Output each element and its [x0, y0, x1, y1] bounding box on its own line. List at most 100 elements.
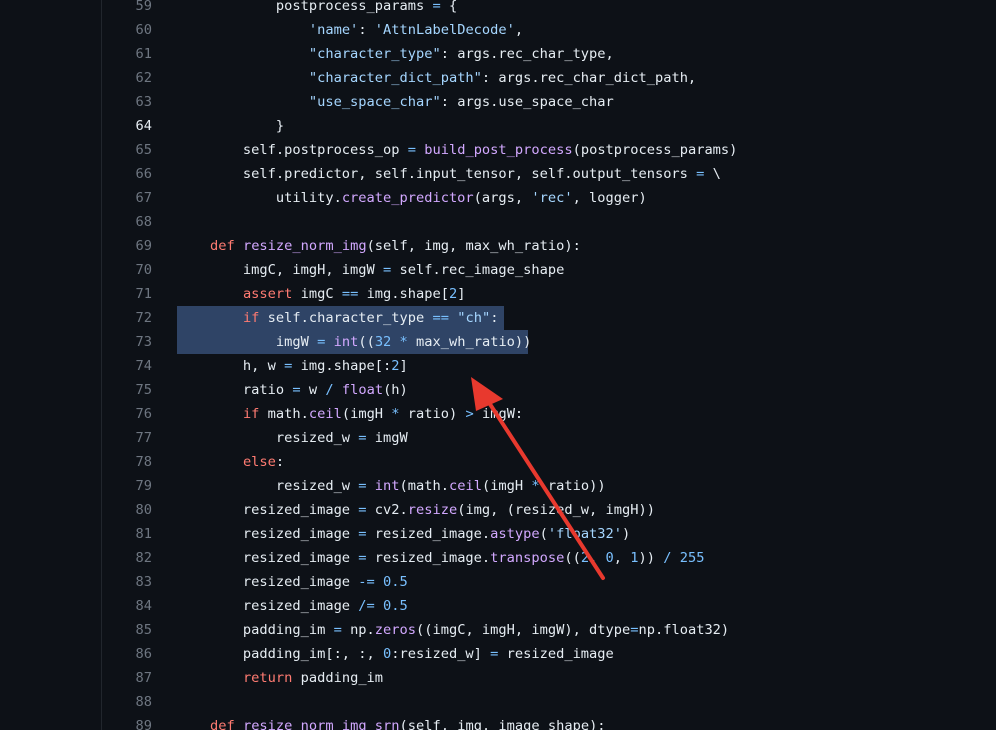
code-token: resized_image. — [366, 550, 491, 566]
code-text[interactable]: utility.create_predictor(args, 'rec', lo… — [177, 186, 647, 210]
code-token: ceil — [308, 406, 342, 422]
code-token: , — [613, 550, 631, 566]
line-number[interactable]: 74 — [102, 354, 152, 378]
code-text[interactable]: resized_image = cv2.resize(img, (resized… — [177, 498, 655, 522]
code-text[interactable]: else: — [177, 450, 284, 474]
code-text[interactable]: imgC, imgH, imgW = self.rec_image_shape — [177, 258, 564, 282]
code-token: /= — [358, 598, 375, 614]
line-number[interactable]: 77 — [102, 426, 152, 450]
code-token: : args.use_space_char — [440, 94, 614, 110]
line-number[interactable]: 72 — [102, 306, 152, 330]
code-text[interactable]: imgW = int((32 * max_wh_ratio)) — [177, 330, 532, 354]
line-number[interactable]: 86 — [102, 642, 152, 666]
code-text[interactable]: if math.ceil(imgH * ratio) > imgW: — [177, 402, 523, 426]
code-line: 89 def resize_norm_img_srn(self, img, im… — [102, 714, 996, 730]
code-token: 0.5 — [383, 574, 408, 590]
line-number[interactable]: 81 — [102, 522, 152, 546]
code-text[interactable]: padding_im[:, :, 0:resized_w] = resized_… — [177, 642, 614, 666]
code-lines-container: 59 postprocess_params = { 60 'name': 'Att… — [102, 0, 996, 730]
code-text[interactable]: def resize_norm_img(self, img, max_wh_ra… — [177, 234, 581, 258]
code-text[interactable]: resized_image = resized_image.astype('fl… — [177, 522, 630, 546]
code-token: transpose — [490, 550, 565, 566]
code-text[interactable]: "character_type": args.rec_char_type, — [177, 42, 614, 66]
line-number[interactable]: 62 — [102, 66, 152, 90]
code-token: ) — [622, 526, 631, 542]
code-token: resize — [407, 502, 458, 518]
code-token: == — [341, 286, 359, 302]
line-number[interactable]: 59 — [102, 0, 152, 18]
line-number[interactable]: 73 — [102, 330, 152, 354]
line-number[interactable]: 64 — [102, 114, 152, 138]
code-text[interactable]: padding_im = np.zeros((imgC, imgH, imgW)… — [177, 618, 729, 642]
code-text[interactable]: "use_space_char": args.use_space_char — [177, 90, 614, 114]
code-token: utility. — [177, 190, 342, 206]
line-number[interactable]: 67 — [102, 186, 152, 210]
code-text[interactable]: assert imgC == img.shape[2] — [177, 282, 466, 306]
code-token: resized_image — [177, 550, 359, 566]
line-number[interactable]: 68 — [102, 210, 152, 234]
line-number[interactable]: 85 — [102, 618, 152, 642]
line-number[interactable]: 84 — [102, 594, 152, 618]
code-text[interactable]: self.postprocess_op = build_post_process… — [177, 138, 737, 162]
code-token: * — [531, 478, 540, 494]
code-line: 61 "character_type": args.rec_char_type, — [102, 42, 996, 66]
code-text[interactable]: } — [177, 114, 284, 138]
code-token: > — [465, 406, 474, 422]
code-line: 75 ratio = w / float(h) — [102, 378, 996, 402]
code-token: 1 — [630, 550, 639, 566]
code-text[interactable]: h, w = img.shape[:2] — [177, 354, 408, 378]
code-text[interactable]: self.predictor, self.input_tensor, self.… — [177, 162, 721, 186]
line-number[interactable]: 70 — [102, 258, 152, 282]
code-token: = — [358, 478, 367, 494]
code-token: "character_type" — [308, 46, 441, 62]
code-line: 71 assert imgC == img.shape[2] — [102, 282, 996, 306]
line-number[interactable]: 65 — [102, 138, 152, 162]
code-text[interactable]: "character_dict_path": args.rec_char_dic… — [177, 66, 696, 90]
code-line: 69 def resize_norm_img(self, img, max_wh… — [102, 234, 996, 258]
code-token: "character_dict_path" — [308, 70, 482, 86]
code-token: = — [630, 622, 639, 638]
code-viewer[interactable]: 59 postprocess_params = { 60 'name': 'Att… — [102, 0, 996, 730]
code-text[interactable]: return padding_im — [177, 666, 383, 690]
line-number[interactable]: 88 — [102, 690, 152, 714]
code-token: w — [300, 382, 326, 398]
line-number[interactable]: 87 — [102, 666, 152, 690]
code-token: imgC, imgH, imgW — [177, 262, 384, 278]
code-text[interactable]: resized_image /= 0.5 — [177, 594, 408, 618]
code-token: resized_w — [177, 478, 359, 494]
code-token: { — [440, 0, 458, 14]
line-number[interactable]: 61 — [102, 42, 152, 66]
line-number[interactable]: 75 — [102, 378, 152, 402]
line-number[interactable]: 60 — [102, 18, 152, 42]
code-line: 86 padding_im[:, :, 0:resized_w] = resiz… — [102, 642, 996, 666]
code-text[interactable]: 'name': 'AttnLabelDecode', — [177, 18, 523, 42]
line-number[interactable]: 83 — [102, 570, 152, 594]
code-token: = — [333, 622, 342, 638]
code-text[interactable]: if self.character_type == "ch": — [177, 306, 499, 330]
code-text[interactable]: resized_image -= 0.5 — [177, 570, 408, 594]
line-number[interactable]: 80 — [102, 498, 152, 522]
line-number[interactable]: 79 — [102, 474, 152, 498]
code-token: = — [432, 0, 441, 14]
code-token: = — [358, 430, 367, 446]
line-number[interactable]: 63 — [102, 90, 152, 114]
line-number[interactable]: 89 — [102, 714, 152, 730]
code-text[interactable]: resized_image = resized_image.transpose(… — [177, 546, 705, 570]
code-line: 85 padding_im = np.zeros((imgC, imgH, im… — [102, 618, 996, 642]
line-number[interactable]: 78 — [102, 450, 152, 474]
line-number[interactable]: 71 — [102, 282, 152, 306]
code-text[interactable]: resized_w = imgW — [177, 426, 408, 450]
code-text[interactable]: def resize_norm_img_srn(self, img, image… — [177, 714, 606, 730]
code-token: == — [432, 310, 449, 326]
code-text[interactable]: postprocess_params = { — [177, 0, 457, 18]
code-token: max_wh_ratio)) — [407, 334, 532, 350]
line-number[interactable]: 82 — [102, 546, 152, 570]
line-number[interactable]: 66 — [102, 162, 152, 186]
code-text[interactable]: resized_w = int(math.ceil(imgH * ratio)) — [177, 474, 606, 498]
line-number[interactable]: 69 — [102, 234, 152, 258]
line-number[interactable]: 76 — [102, 402, 152, 426]
code-text[interactable]: ratio = w / float(h) — [177, 378, 408, 402]
